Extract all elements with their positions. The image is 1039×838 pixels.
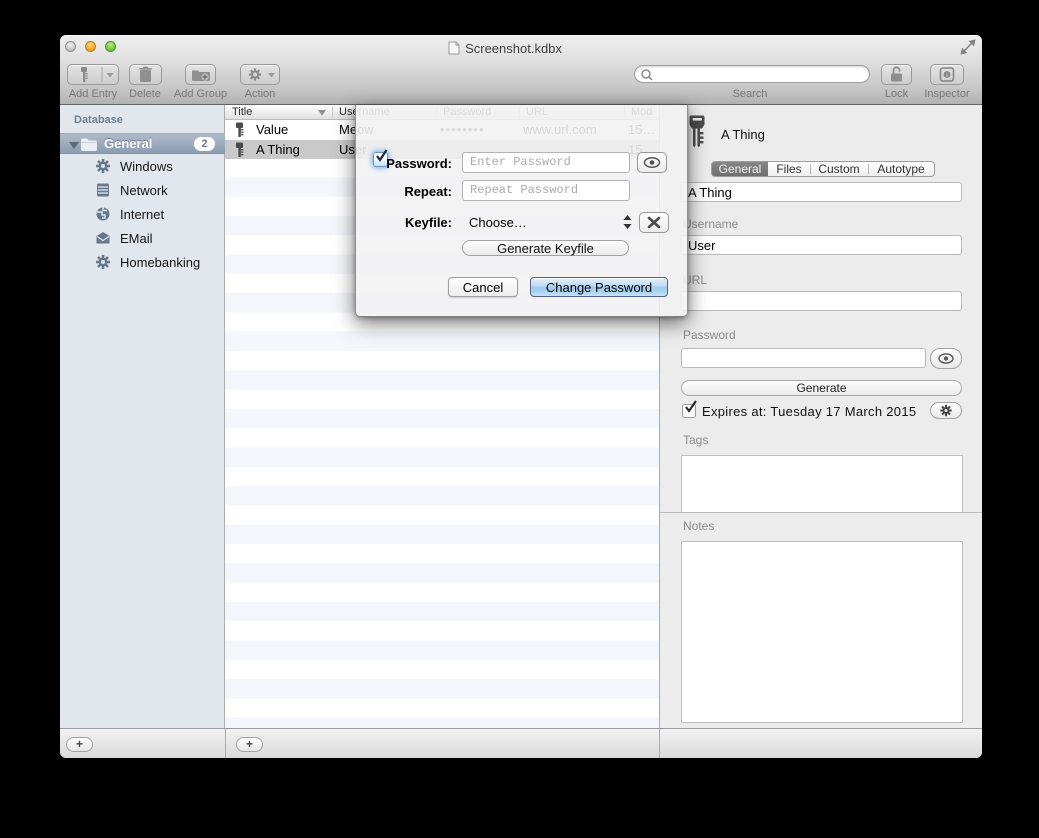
svg-text:i: i xyxy=(946,72,947,79)
